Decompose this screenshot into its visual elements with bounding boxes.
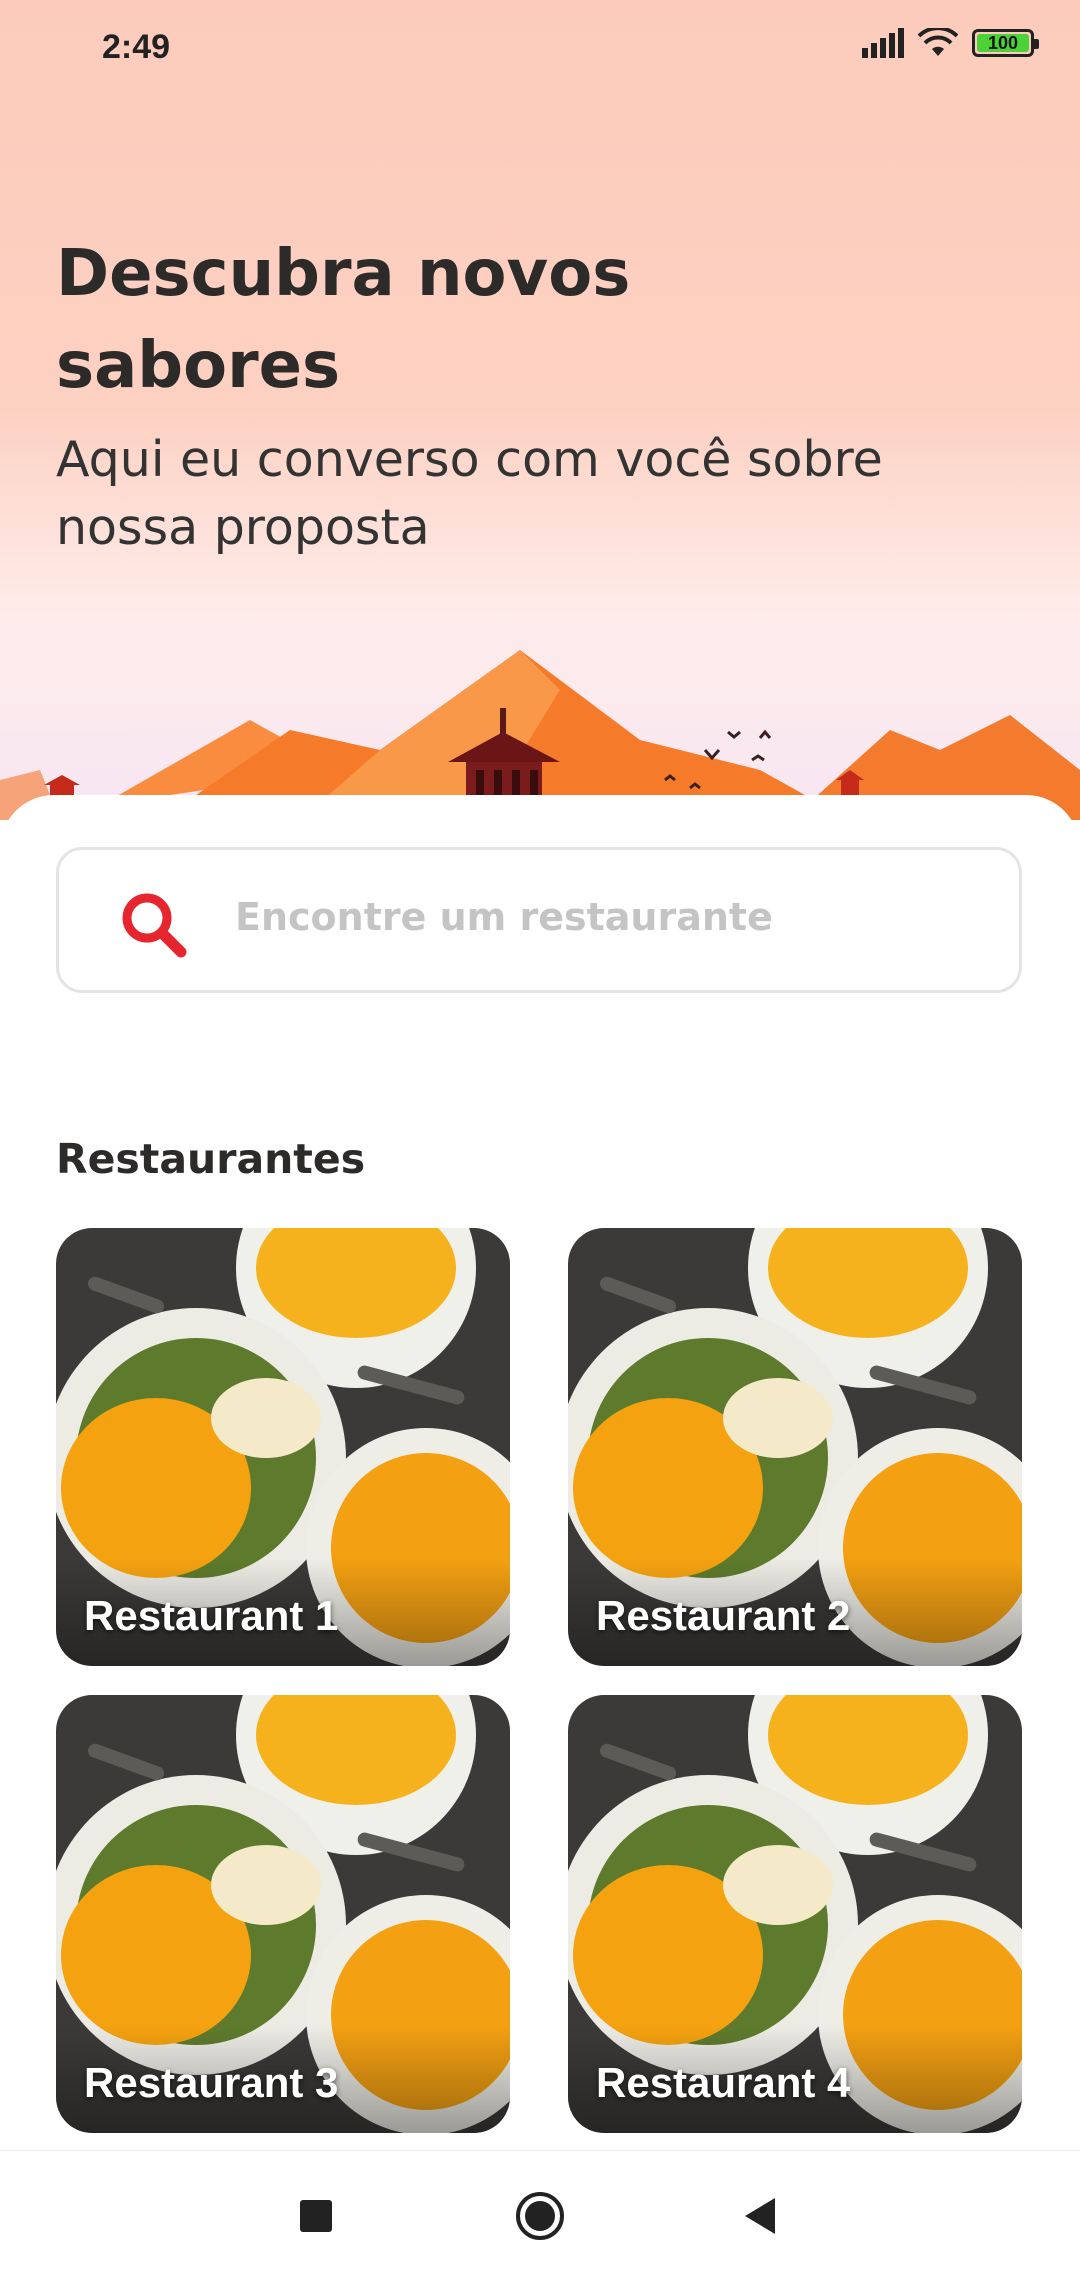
status-bar: 2:49 100 [0, 0, 1080, 96]
battery-icon: 100 [972, 29, 1039, 57]
system-nav-bar [0, 2150, 1080, 2281]
home-circle-icon [516, 2192, 564, 2240]
back-triangle-icon [745, 2198, 775, 2234]
content-sheet: Encontre um restaurante Restaurantes Res… [0, 795, 1080, 2155]
restaurant-name: Restaurant 4 [596, 2059, 851, 2106]
restaurant-name: Restaurant 1 [84, 1592, 339, 1639]
restaurant-card[interactable]: Restaurant 2 [568, 1228, 1022, 1666]
restaurant-name: Restaurant 2 [596, 1592, 851, 1639]
status-time: 2:49 [102, 28, 171, 66]
restaurant-card[interactable]: Restaurant 4 [568, 1695, 1022, 2133]
recents-button[interactable] [246, 2151, 386, 2281]
home-button[interactable] [470, 2151, 610, 2281]
restaurant-card[interactable]: Restaurant 1 [56, 1228, 510, 1666]
section-title-restaurants: Restaurantes [56, 1135, 366, 1183]
hero-subtitle: Aqui eu converso com você sobre nossa pr… [56, 431, 883, 556]
mountain-illustration [0, 650, 1080, 820]
battery-level: 100 [987, 32, 1019, 53]
back-button[interactable] [690, 2151, 830, 2281]
restaurant-card[interactable]: Restaurant 3 [56, 1695, 510, 2133]
hero-title: Descubra novos sabores [56, 237, 631, 403]
search-bar[interactable]: Encontre um restaurante [56, 847, 1022, 993]
search-input[interactable]: Encontre um restaurante [235, 895, 773, 939]
hero-banner: Descubra novos sabores Aqui eu converso … [0, 0, 1080, 820]
status-icons: 100 [862, 28, 1039, 58]
wifi-icon [918, 28, 958, 56]
recents-square-icon [300, 2200, 332, 2232]
restaurant-name: Restaurant 3 [84, 2059, 339, 2106]
signal-icon [862, 28, 904, 58]
search-icon [122, 893, 187, 958]
